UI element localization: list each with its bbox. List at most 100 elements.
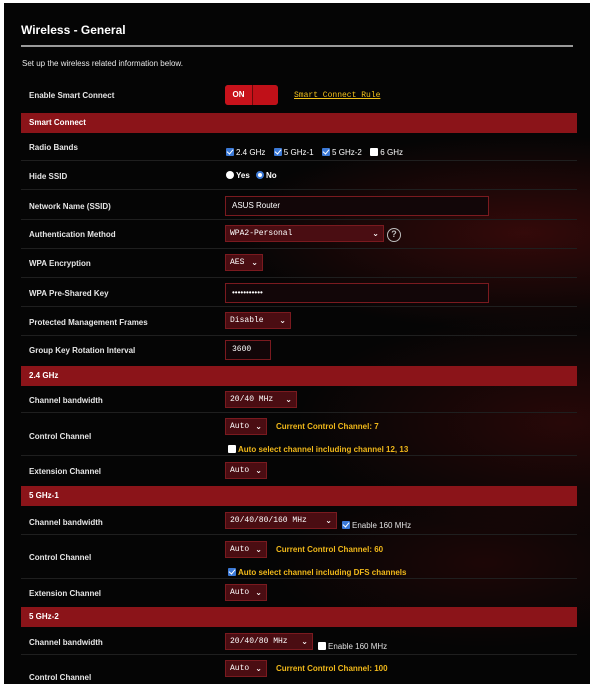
chevron-down-icon: ⌄ bbox=[372, 229, 379, 238]
pmf-select[interactable]: Disable ⌄ bbox=[225, 312, 291, 329]
band51-auto-select-label: Auto select channel including DFS channe… bbox=[238, 568, 407, 577]
smart-connect-label: Enable Smart Connect bbox=[29, 91, 115, 100]
radio-yes-icon[interactable] bbox=[226, 171, 234, 179]
toggle-state-label: ON bbox=[225, 85, 252, 105]
checkbox-checked-icon[interactable] bbox=[273, 148, 282, 156]
band24-control-channel-select[interactable]: Auto ⌄ bbox=[225, 418, 267, 435]
wpa-encryption-select[interactable]: AES ⌄ bbox=[225, 254, 263, 271]
band52-bandwidth-select[interactable]: 20/40/80 MHz ⌄ bbox=[225, 633, 313, 650]
gkri-input[interactable]: 3600 bbox=[225, 340, 271, 360]
radio-bands-label: Radio Bands bbox=[29, 143, 78, 152]
row-divider bbox=[21, 412, 577, 413]
wpa-encryption-value: AES bbox=[230, 258, 245, 267]
band51-bandwidth-label: Channel bandwidth bbox=[29, 518, 103, 527]
chevron-down-icon: ⌄ bbox=[285, 395, 292, 404]
row-divider bbox=[21, 335, 577, 336]
section-header-5ghz-1: 5 GHz-1 bbox=[21, 486, 577, 506]
radio-bands-group: 2.4 GHz 5 GHz-1 5 GHz-2 6 GHz bbox=[226, 142, 407, 160]
radio-band-option[interactable]: 5 GHz-2 bbox=[322, 148, 362, 157]
band52-current-channel: Current Control Channel: 100 bbox=[276, 664, 388, 673]
chevron-down-icon: ⌄ bbox=[251, 258, 258, 267]
band24-bandwidth-value: 20/40 MHz bbox=[230, 395, 274, 404]
band51-bandwidth-select[interactable]: 20/40/80/160 MHz ⌄ bbox=[225, 512, 337, 529]
band52-bandwidth-value: 20/40/80 MHz bbox=[230, 637, 288, 646]
band51-control-channel-label: Control Channel bbox=[29, 553, 92, 562]
auth-method-label: Authentication Method bbox=[29, 230, 116, 239]
page-title: Wireless - General bbox=[21, 23, 126, 37]
band51-enable160-label: Enable 160 MHz bbox=[352, 521, 412, 530]
band51-extension-channel-select[interactable]: Auto ⌄ bbox=[225, 584, 267, 601]
chevron-down-icon: ⌄ bbox=[325, 516, 332, 525]
smart-connect-rule-link[interactable]: Smart Connect Rule bbox=[294, 91, 380, 100]
row-divider bbox=[21, 654, 577, 655]
section-title: 5 GHz-1 bbox=[29, 491, 59, 500]
radio-band-label: 6 GHz bbox=[380, 148, 403, 157]
section-header-smart-connect: Smart Connect bbox=[21, 113, 577, 133]
band24-control-channel-value: Auto bbox=[230, 422, 250, 431]
radio-no-selected-icon[interactable] bbox=[256, 171, 265, 179]
band52-bandwidth-label: Channel bandwidth bbox=[29, 638, 103, 647]
chevron-down-icon: ⌄ bbox=[255, 422, 262, 431]
band24-extension-channel-label: Extension Channel bbox=[29, 467, 102, 476]
router-settings-window: Wireless - General Set up the wireless r… bbox=[4, 3, 590, 684]
psk-input[interactable]: ••••••••••• bbox=[225, 283, 489, 303]
radio-band-label: 2.4 GHz bbox=[236, 148, 266, 157]
band24-extension-channel-select[interactable]: Auto ⌄ bbox=[225, 462, 267, 479]
band52-enable160-option[interactable]: Enable 160 MHz bbox=[318, 636, 387, 654]
checkbox-checked-icon[interactable] bbox=[342, 521, 350, 529]
checkbox-checked-icon[interactable] bbox=[228, 568, 236, 576]
page-description: Set up the wireless related information … bbox=[22, 59, 183, 68]
band51-control-channel-value: Auto bbox=[230, 545, 250, 554]
gkri-label: Group Key Rotation Interval bbox=[29, 346, 136, 355]
radio-band-option[interactable]: 5 GHz-1 bbox=[273, 148, 314, 157]
main-content: Wireless - General Set up the wireless r… bbox=[4, 3, 590, 684]
row-divider bbox=[21, 248, 577, 249]
band52-control-channel-label: Control Channel bbox=[29, 673, 92, 682]
auth-method-select[interactable]: WPA2-Personal ⌄ bbox=[225, 225, 384, 242]
checkbox-unchecked-icon[interactable] bbox=[370, 148, 379, 156]
radio-band-option[interactable]: 2.4 GHz bbox=[226, 148, 265, 157]
row-divider bbox=[21, 534, 577, 535]
psk-label: WPA Pre-Shared Key bbox=[29, 289, 109, 298]
smart-connect-toggle[interactable]: ON bbox=[225, 85, 278, 105]
title-divider bbox=[21, 45, 573, 47]
radio-yes-label: Yes bbox=[236, 171, 250, 180]
row-divider bbox=[21, 219, 577, 220]
band24-bandwidth-select[interactable]: 20/40 MHz ⌄ bbox=[225, 391, 297, 408]
band24-extension-channel-value: Auto bbox=[230, 466, 250, 475]
ssid-input[interactable]: ASUS Router bbox=[225, 196, 489, 216]
chevron-down-icon: ⌄ bbox=[279, 316, 286, 325]
checkbox-checked-icon[interactable] bbox=[322, 148, 331, 156]
hide-ssid-radio-group: Yes No bbox=[226, 171, 277, 180]
band51-extension-channel-value: Auto bbox=[230, 588, 250, 597]
band24-auto-select-label: Auto select channel including channel 12… bbox=[238, 445, 409, 454]
band52-enable160-label: Enable 160 MHz bbox=[328, 642, 388, 651]
band52-auto-select-option-partial[interactable] bbox=[228, 679, 238, 684]
band52-control-channel-select[interactable]: Auto ⌄ bbox=[225, 660, 267, 677]
band24-current-channel: Current Control Channel: 7 bbox=[276, 422, 379, 431]
row-divider bbox=[21, 189, 577, 190]
chevron-down-icon: ⌄ bbox=[255, 466, 262, 475]
checkbox-unchecked-icon[interactable] bbox=[228, 445, 236, 453]
help-icon[interactable]: ? bbox=[387, 228, 401, 242]
toggle-knob bbox=[252, 85, 278, 105]
checkbox-checked-icon[interactable] bbox=[226, 148, 234, 156]
band51-current-channel: Current Control Channel: 60 bbox=[276, 545, 384, 554]
band51-enable160-option[interactable]: Enable 160 MHz bbox=[342, 515, 411, 533]
radio-no-label: No bbox=[266, 171, 277, 180]
row-divider bbox=[21, 277, 577, 278]
chevron-down-icon: ⌄ bbox=[301, 637, 308, 646]
radio-band-label: 5 GHz-2 bbox=[332, 148, 362, 157]
band51-control-channel-select[interactable]: Auto ⌄ bbox=[225, 541, 267, 558]
checkbox-unchecked-icon[interactable] bbox=[318, 642, 326, 650]
chevron-down-icon: ⌄ bbox=[255, 664, 262, 673]
row-divider bbox=[21, 455, 577, 456]
chevron-down-icon: ⌄ bbox=[255, 545, 262, 554]
section-header-2-4ghz: 2.4 GHz bbox=[21, 366, 577, 386]
auth-method-value: WPA2-Personal bbox=[230, 229, 293, 238]
band51-extension-channel-label: Extension Channel bbox=[29, 589, 102, 598]
radio-band-option[interactable]: 6 GHz bbox=[370, 148, 403, 157]
ssid-label: Network Name (SSID) bbox=[29, 202, 111, 211]
wpa-encryption-label: WPA Encryption bbox=[29, 259, 91, 268]
band24-control-channel-label: Control Channel bbox=[29, 432, 92, 441]
